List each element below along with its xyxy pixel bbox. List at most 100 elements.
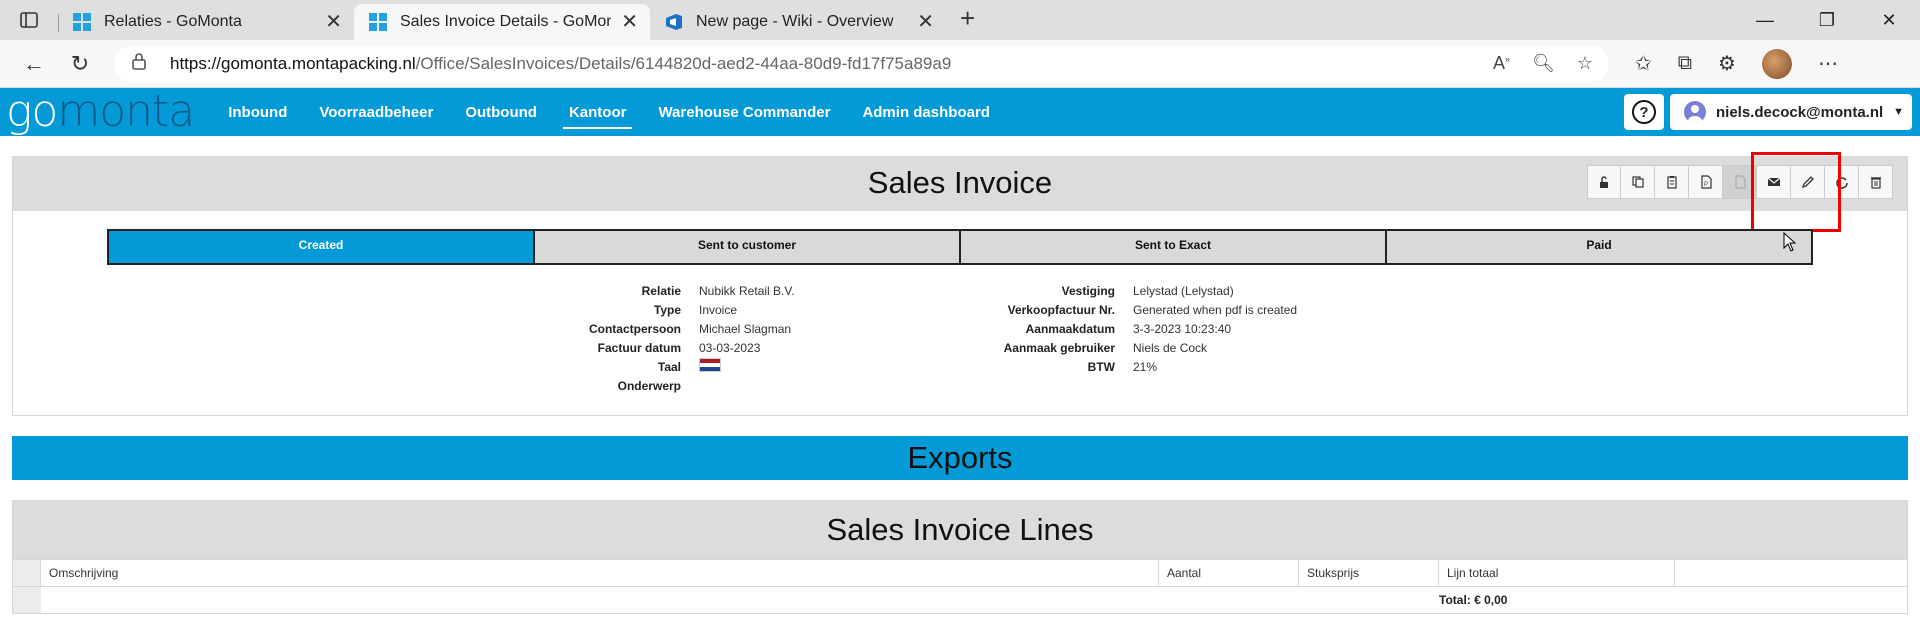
collections-icon[interactable]: ⧉	[1678, 52, 1692, 75]
more-icon[interactable]: ⋯	[1818, 51, 1838, 76]
new-tab-icon[interactable]: +	[960, 3, 975, 34]
reload-icon[interactable]: ↻	[60, 44, 100, 84]
column-lijn-totaal[interactable]: Lijn totaal	[1439, 560, 1675, 586]
azure-devops-icon	[664, 12, 684, 32]
step-paid: Paid	[1385, 231, 1811, 263]
svg-text:P: P	[1704, 182, 1708, 188]
field-aanmaakdatum: Aanmaakdatum 3-3-2023 10:23:40	[1025, 321, 1232, 336]
field-vestiging: Vestiging Lelystad (Lelystad)	[1061, 283, 1234, 298]
mail-icon[interactable]	[1757, 165, 1791, 199]
menu-outbound[interactable]: Outbound	[449, 94, 553, 131]
table-footer-row: Total: € 0,00	[13, 587, 1907, 613]
column-stuksprijs[interactable]: Stuksprijs	[1299, 560, 1439, 586]
gomonta-logo[interactable]: gomonta	[6, 90, 195, 134]
invoice-details-right: Vestiging Lelystad (Lelystad) Verkoopfact…	[893, 281, 1298, 376]
exports-title: Exports	[907, 440, 1013, 475]
app-navbar: gomonta Inbound Voorraadbeheer Outbound …	[0, 88, 1920, 136]
invoice-status-steps: Created Sent to customer Sent to Exact P…	[107, 229, 1813, 265]
close-icon[interactable]: ✕	[621, 12, 638, 32]
pdf-disabled-icon	[1723, 165, 1757, 199]
extensions-icon[interactable]: ⚙	[1718, 51, 1736, 76]
tab-sales-invoice-details[interactable]: Sales Invoice Details - GoMonta ✕	[354, 4, 650, 40]
tab-relaties[interactable]: Relaties - GoMonta ✕	[58, 4, 354, 40]
close-icon[interactable]: ✕	[325, 12, 342, 32]
unlock-icon[interactable]	[1587, 165, 1621, 199]
edit-icon[interactable]	[1791, 165, 1825, 199]
step-sent-to-exact: Sent to Exact	[959, 231, 1385, 263]
clipboard-icon[interactable]	[1655, 165, 1689, 199]
exports-header[interactable]: Exports	[12, 436, 1908, 480]
column-aantal[interactable]: Aantal	[1159, 560, 1299, 586]
menu-admin-dashboard[interactable]: Admin dashboard	[846, 94, 1006, 131]
add-favorite-icon[interactable]: ☆	[1577, 53, 1593, 74]
tab-actions-icon[interactable]	[0, 0, 58, 40]
zoom-out-icon[interactable]: 🔍︎	[1532, 53, 1555, 74]
field-factuur-datum: Factuur datum 03-03-2023	[597, 340, 761, 355]
menu-warehouse-commander[interactable]: Warehouse Commander	[642, 94, 846, 131]
mouse-cursor-icon	[1783, 232, 1797, 252]
url-path: /Office/SalesInvoices/Details/6144820d-a…	[415, 53, 952, 73]
window-controls: — ❐ ✕	[1734, 0, 1920, 40]
window-close-icon[interactable]: ✕	[1858, 0, 1920, 40]
tab-title: Relaties - GoMonta	[104, 13, 242, 30]
table-footer-spacer	[13, 587, 41, 613]
caret-down-icon: ▼	[1893, 106, 1905, 118]
user-menu-button[interactable]: niels.decock@monta.nl ▼	[1670, 94, 1912, 130]
copy-icon[interactable]	[1621, 165, 1655, 199]
field-type: Type Invoice	[653, 302, 738, 317]
pdf-icon[interactable]: P	[1689, 165, 1723, 199]
refresh-icon[interactable]	[1825, 165, 1859, 199]
address-bar: ← ↻ https://gomonta.montapacking.nl/Offi…	[0, 40, 1920, 88]
sales-invoice-lines-panel: Sales Invoice Lines Omschrijving Aantal …	[12, 500, 1908, 614]
user-email: niels.decock@monta.nl	[1716, 103, 1884, 121]
invoice-details-left: Relatie Nubikk Retail B.V. Type Invoice Co…	[13, 281, 795, 395]
invoice-lines-table: Omschrijving Aantal Stuksprijs Lijn tota…	[13, 559, 1907, 613]
url-field[interactable]: https://gomonta.montapacking.nl/Office/S…	[114, 45, 1609, 82]
minimize-icon[interactable]: —	[1734, 0, 1796, 40]
lines-title: Sales Invoice Lines	[826, 512, 1094, 547]
invoice-total: Total: € 0,00	[1439, 593, 1508, 607]
netherlands-flag-icon	[699, 358, 721, 372]
restore-icon[interactable]: ❐	[1796, 0, 1858, 40]
field-relatie: Relatie Nubikk Retail B.V.	[641, 283, 795, 298]
tab-title: Sales Invoice Details - GoMonta	[400, 13, 612, 30]
invoice-toolbar: P	[1587, 152, 1893, 232]
help-button[interactable]: ?	[1624, 94, 1664, 130]
profile-avatar[interactable]	[1761, 48, 1792, 79]
help-icon: ?	[1632, 100, 1656, 124]
back-icon[interactable]: ←	[14, 44, 54, 84]
step-created: Created	[109, 231, 533, 263]
menu-voorraadbeheer[interactable]: Voorraadbeheer	[303, 94, 449, 131]
field-onderwerp: Onderwerp	[617, 378, 681, 393]
column-actions	[1675, 560, 1907, 586]
main-menu: Inbound Voorraadbeheer Outbound Kantoor …	[212, 94, 1006, 131]
browser-tab-bar: Relaties - GoMonta ✕ Sales Invoice Detai…	[0, 0, 1920, 40]
tab-wiki-overview[interactable]: New page - Wiki - Overview ✕	[650, 4, 946, 40]
table-header-spacer	[13, 560, 41, 586]
sales-invoice-panel: Sales Invoice P Created Sent to customer…	[12, 152, 1908, 416]
page-title: Sales Invoice	[867, 165, 1053, 200]
field-contactpersoon: Contactpersoon Michael Slagman	[588, 321, 792, 336]
sales-invoice-header: Sales Invoice P	[13, 152, 1907, 232]
field-aanmaak-gebruiker: Aanmaak gebruiker Niels de Cock	[1003, 340, 1208, 355]
lock-icon[interactable]	[132, 52, 154, 75]
user-icon	[1684, 101, 1706, 123]
url-host: https://gomonta.montapacking.nl	[170, 53, 416, 73]
column-omschrijving[interactable]: Omschrijving	[41, 560, 1159, 586]
field-taal: Taal	[13, 357, 795, 376]
url-actions: A» 🔍︎ ☆	[1493, 53, 1609, 74]
close-icon[interactable]: ✕	[917, 12, 934, 32]
step-sent-to-customer: Sent to customer	[533, 231, 959, 263]
table-header-row: Omschrijving Aantal Stuksprijs Lijn tota…	[13, 559, 1907, 587]
field-verkoopfactuur-nr: Verkoopfactuur Nr. Generated when pdf is …	[1007, 302, 1298, 317]
field-btw: BTW 21%	[1087, 359, 1158, 374]
menu-inbound[interactable]: Inbound	[212, 94, 303, 131]
read-aloud-icon[interactable]: A»	[1493, 53, 1510, 74]
delete-icon[interactable]	[1859, 165, 1893, 199]
menu-kantoor[interactable]: Kantoor	[553, 94, 643, 131]
favorites-icon[interactable]: ✩	[1635, 51, 1652, 76]
gomonta-favicon-icon	[72, 12, 92, 32]
browser-tools: ✩ ⧉ ⚙ ⋯	[1635, 48, 1838, 79]
sales-invoice-lines-header: Sales Invoice Lines	[13, 501, 1907, 559]
gomonta-favicon-icon	[368, 12, 388, 32]
